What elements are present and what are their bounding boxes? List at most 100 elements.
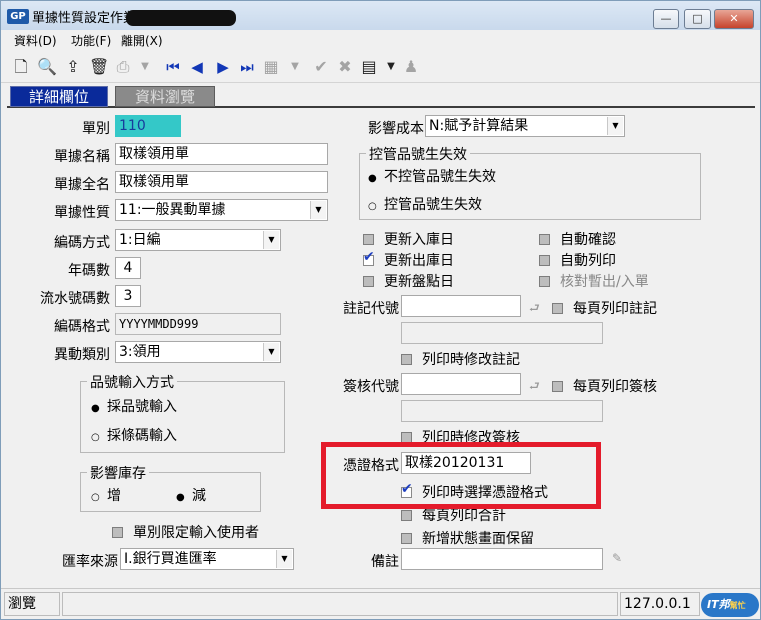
minimize-button[interactable]: — (653, 9, 679, 29)
note-edit-icon[interactable]: ✎ (612, 551, 622, 565)
preview-icon[interactable]: 🔍 (37, 57, 57, 77)
chevron-down-icon[interactable]: ▼ (276, 550, 292, 568)
checkbox-icon (363, 234, 374, 245)
rate-source-select[interactable]: I.銀行買進匯率 ▼ (120, 548, 294, 570)
close-button[interactable]: ✕ (714, 9, 754, 29)
radio-selected-icon: ● (176, 492, 185, 503)
menu-data[interactable]: 資料(D) (14, 32, 57, 49)
redaction-bar (126, 10, 236, 26)
radio-selected-icon: ● (91, 403, 100, 414)
chevron-down-icon[interactable]: ▼ (263, 231, 279, 249)
ithome-logo: IT邦幫忙 (701, 593, 759, 617)
new-doc-icon[interactable]: 🗋 (11, 57, 31, 77)
cancel-icon[interactable]: ✖ (335, 57, 355, 77)
radio-item-code-label: 採品號輸入 (107, 399, 177, 415)
note-code-field[interactable] (401, 295, 521, 317)
radio-empty-icon: ○ (368, 201, 377, 212)
status-mode: 瀏覽 (4, 592, 60, 616)
radio-item-code[interactable]: ● 採品號輸入 (91, 396, 177, 416)
cost-effect-label: 影響成本 (368, 121, 424, 137)
lot-invalid-group: 控管品號生失效 ● 不控管品號生失效 ○ 控管品號生失效 (359, 144, 701, 220)
grid-icon[interactable]: ▦ (261, 57, 281, 77)
auto-print-label: 自動列印 (560, 253, 616, 269)
status-bar: 瀏覽 127.0.0.1 IT邦幫忙 (1, 588, 760, 619)
checkbox-icon (539, 276, 550, 287)
first-record-icon[interactable]: ⏮ (163, 57, 183, 77)
update-count-date-label: 更新盤點日 (384, 274, 454, 290)
radio-no-control[interactable]: ● 不控管品號生失效 (368, 166, 496, 186)
trash-icon[interactable]: 🗑 (89, 57, 109, 77)
tab-browse[interactable]: 資料瀏覽 (115, 86, 215, 107)
menu-exit[interactable]: 離開(X) (121, 32, 163, 49)
status-ip: 127.0.0.1 (620, 592, 700, 616)
serial-digits-field[interactable]: 3 (115, 285, 141, 307)
menu-function[interactable]: 功能(F) (71, 32, 111, 49)
remark-field[interactable] (401, 548, 603, 570)
print-edit-note-checkbox[interactable]: 列印時修改註記 (401, 349, 520, 369)
last-record-icon[interactable]: ⏭ (237, 57, 257, 77)
print-total-label: 每頁列印合計 (422, 508, 506, 524)
doc-type-field[interactable]: 110 (115, 115, 181, 137)
tab-strip: 詳細欄位 資料瀏覽 (7, 86, 755, 108)
update-out-date-checkbox[interactable]: 更新出庫日 (363, 249, 454, 270)
lookup-icon[interactable]: ⮐ (529, 299, 540, 320)
coding-select[interactable]: 1:日編 ▼ (115, 229, 281, 251)
code-format-label: 編碼格式 (54, 319, 110, 335)
sign-code-field[interactable] (401, 373, 521, 395)
auto-confirm-checkbox[interactable]: 自動確認 (539, 229, 616, 249)
year-digits-label: 年碼數 (68, 263, 110, 279)
export-icon[interactable]: ⇪ (63, 57, 83, 77)
change-type-select[interactable]: 3:領用 ▼ (115, 341, 281, 363)
year-digits-field[interactable]: 4 (115, 257, 141, 279)
prev-record-icon[interactable]: ◀ (187, 57, 207, 77)
app-window: GP 單據性質設定作業 — □ ✕ 資料(D) 功能(F) 離開(X) 🗋 🔍 … (0, 0, 761, 620)
code-format-field: YYYYMMDD999 (115, 313, 281, 335)
rate-source-value: I.銀行買進匯率 (124, 551, 217, 567)
checkbox-checked-icon (363, 249, 375, 266)
doc-nature-label: 單據性質 (54, 205, 110, 221)
edit-icon[interactable]: ▤ (359, 57, 379, 77)
item-input-group: 品號輸入方式 ● 採品號輸入 ○ 採條碼輸入 (80, 372, 285, 453)
auto-print-checkbox[interactable]: 自動列印 (539, 250, 616, 270)
doc-nature-select[interactable]: 11:一般異動單據 ▼ (115, 199, 328, 221)
title-bar: GP 單據性質設定作業 — □ ✕ (1, 1, 760, 30)
radio-decrease[interactable]: ● 減 (176, 485, 206, 505)
dropdown-icon-3[interactable]: ▼ (381, 57, 401, 77)
note-code-label: 註記代號 (343, 301, 399, 317)
doc-fullname-field[interactable]: 取樣領用單 (115, 171, 328, 193)
lookup-icon[interactable]: ⮐ (529, 377, 540, 398)
dropdown-icon-2[interactable]: ▼ (285, 57, 305, 77)
confirm-icon[interactable]: ✔ (311, 57, 331, 77)
print-note-checkbox[interactable]: 每頁列印註記 (552, 298, 657, 318)
cost-effect-select[interactable]: N:賦予計算結果 ▼ (425, 115, 625, 137)
keep-add-screen-checkbox[interactable]: 新增狀態畫面保留 (401, 528, 534, 548)
update-count-date-checkbox[interactable]: 更新盤點日 (363, 271, 454, 291)
chevron-down-icon[interactable]: ▼ (607, 117, 623, 135)
next-record-icon[interactable]: ▶ (213, 57, 233, 77)
change-type-value: 3:領用 (119, 344, 161, 360)
checkbox-icon (539, 255, 550, 266)
print-sign-checkbox[interactable]: 每頁列印簽核 (552, 376, 657, 396)
note-name-field (401, 322, 603, 344)
radio-no-control-label: 不控管品號生失效 (384, 169, 496, 185)
chevron-down-icon[interactable]: ▼ (263, 343, 279, 361)
change-type-label: 異動類別 (54, 347, 110, 363)
user-icon[interactable]: ♟ (401, 57, 421, 77)
sign-code-label: 簽核代號 (343, 379, 399, 395)
check-temp-checkbox[interactable]: 核對暫出/入單 (539, 271, 649, 291)
radio-control[interactable]: ○ 控管品號生失效 (368, 194, 482, 214)
cost-effect-value: N:賦予計算結果 (429, 118, 529, 134)
dropdown-icon[interactable]: ▼ (135, 57, 155, 77)
tab-detail[interactable]: 詳細欄位 (10, 86, 108, 107)
update-in-date-checkbox[interactable]: 更新入庫日 (363, 229, 454, 249)
radio-increase[interactable]: ○ 增 (91, 485, 121, 505)
limit-input-checkbox[interactable]: 單別限定輸入使用者 (112, 522, 259, 542)
maximize-button[interactable]: □ (684, 9, 711, 29)
chevron-down-icon[interactable]: ▼ (310, 201, 326, 219)
radio-control-label: 控管品號生失效 (384, 197, 482, 213)
radio-barcode[interactable]: ○ 採條碼輸入 (91, 425, 177, 445)
print-icon[interactable]: ⎙ (113, 57, 133, 77)
doc-name-field[interactable]: 取樣領用單 (115, 143, 328, 165)
stock-effect-title: 影響庫存 (87, 463, 149, 483)
doc-type-label: 單別 (82, 121, 110, 137)
